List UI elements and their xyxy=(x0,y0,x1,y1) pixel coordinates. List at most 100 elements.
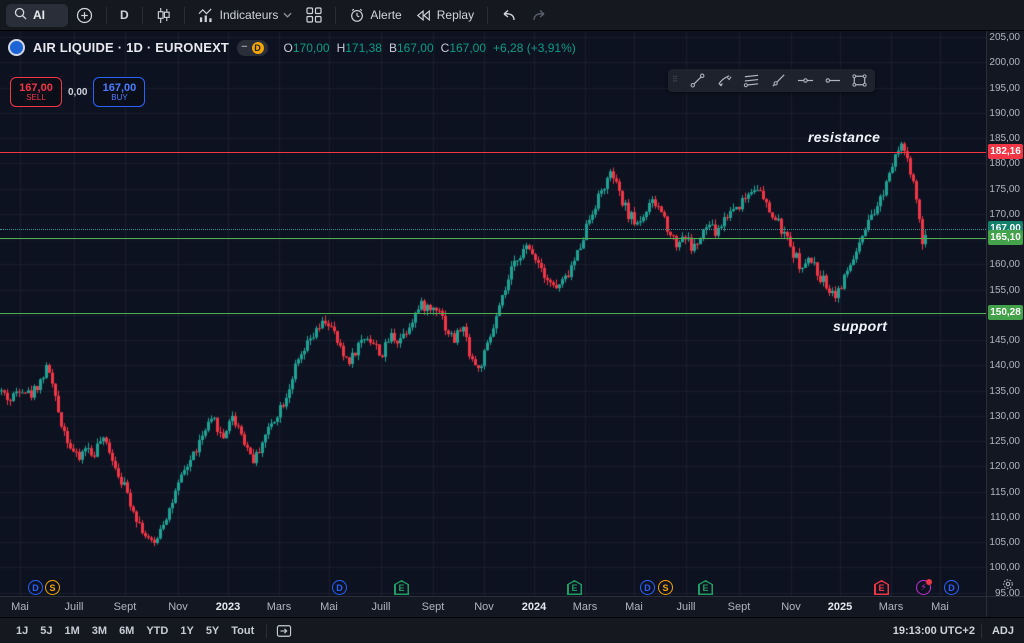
interval-button[interactable]: D xyxy=(114,3,135,28)
rectangle-tool[interactable] xyxy=(847,71,871,90)
price-tick[interactable]: 170,00 xyxy=(989,209,1020,220)
price-tick[interactable]: 155,00 xyxy=(989,285,1020,296)
top-toolbar: AI D Indicateurs xyxy=(0,0,1024,31)
price-tick[interactable]: 125,00 xyxy=(989,436,1020,447)
price-tick[interactable]: 195,00 xyxy=(989,83,1020,94)
symbol-search[interactable]: AI xyxy=(6,4,68,27)
time-label[interactable]: Sept xyxy=(422,601,445,613)
time-label[interactable]: Mai xyxy=(931,601,949,613)
price-tick[interactable]: 105,00 xyxy=(989,537,1020,548)
indicators-icon xyxy=(198,8,215,23)
price-tick[interactable]: 140,00 xyxy=(989,360,1020,371)
time-label[interactable]: Mars xyxy=(267,601,291,613)
time-label[interactable]: Mai xyxy=(11,601,29,613)
time-label[interactable]: Juill xyxy=(65,601,84,613)
chart-area[interactable]: resistance support AIR LIQUIDE · 1D · EU… xyxy=(0,31,986,596)
event-marker-icon[interactable]: D xyxy=(332,580,347,595)
indicator-templates-button[interactable] xyxy=(300,3,328,28)
price-tick[interactable]: 100,00 xyxy=(989,562,1020,573)
support-label[interactable]: support xyxy=(833,318,887,334)
time-label[interactable]: Nov xyxy=(474,601,494,613)
price-tick[interactable]: 130,00 xyxy=(989,411,1020,422)
bottom-toolbar: 1J5J1M3M6MYTD1Y5YTout 19:13:00 UTC+2 ADJ xyxy=(0,617,1024,643)
range-button-tout[interactable]: Tout xyxy=(225,623,260,639)
trend-line-tool[interactable] xyxy=(685,71,709,90)
time-label[interactable]: Juill xyxy=(677,601,696,613)
range-button-5y[interactable]: 5Y xyxy=(200,623,225,639)
event-marker-icon[interactable]: S xyxy=(658,580,673,595)
support-low-line[interactable] xyxy=(0,313,986,314)
clock[interactable]: 19:13:00 UTC+2 xyxy=(893,625,975,637)
add-symbol-button[interactable] xyxy=(70,3,99,28)
time-label[interactable]: Juill xyxy=(372,601,391,613)
time-label[interactable]: Mai xyxy=(320,601,338,613)
indicators-button[interactable]: Indicateurs xyxy=(192,3,299,28)
price-tick[interactable]: 110,00 xyxy=(990,512,1020,523)
drag-handle-icon[interactable]: ⠿ xyxy=(672,78,682,83)
horizontal-line-tool[interactable] xyxy=(793,71,817,90)
price-tick[interactable]: 160,00 xyxy=(989,259,1020,270)
time-label[interactable]: 2024 xyxy=(522,601,546,613)
brush-tool[interactable] xyxy=(712,71,736,90)
support-mid-price-badge[interactable]: 165,10 xyxy=(988,230,1023,245)
price-tick[interactable]: 180,00 xyxy=(989,158,1020,169)
price-tick[interactable]: 190,00 xyxy=(989,108,1020,119)
sell-button[interactable]: 167,00 SELL xyxy=(10,77,62,107)
time-label[interactable]: Nov xyxy=(781,601,801,613)
horizontal-ray-tool[interactable] xyxy=(820,71,844,90)
symbol-title[interactable]: AIR LIQUIDE · 1D · EURONEXT xyxy=(33,40,229,55)
price-tick[interactable]: 185,00 xyxy=(989,133,1020,144)
time-label[interactable]: Mars xyxy=(879,601,903,613)
trade-panel: 167,00 SELL 0,00 167,00 BUY xyxy=(10,77,145,107)
resistance-label[interactable]: resistance xyxy=(808,129,880,145)
price-tick[interactable]: 120,00 xyxy=(989,461,1020,472)
event-marker-icon[interactable]: D xyxy=(944,580,959,595)
time-label[interactable]: Nov xyxy=(168,601,188,613)
range-button-3m[interactable]: 3M xyxy=(86,623,113,639)
time-label[interactable]: 2023 xyxy=(216,601,240,613)
price-tick[interactable]: 135,00 xyxy=(989,386,1020,397)
price-tick[interactable]: 200,00 xyxy=(989,57,1020,68)
support-mid-line[interactable] xyxy=(0,238,986,239)
time-label[interactable]: Sept xyxy=(728,601,751,613)
buy-button[interactable]: 167,00 BUY xyxy=(93,77,145,107)
range-button-ytd[interactable]: YTD xyxy=(140,623,174,639)
alert-button[interactable]: Alerte xyxy=(343,3,407,28)
time-label[interactable]: Mars xyxy=(573,601,597,613)
drawing-toolbar: ⠿ xyxy=(668,69,875,92)
candlestick-icon xyxy=(156,7,171,24)
redo-button[interactable] xyxy=(525,3,553,28)
undo-button[interactable] xyxy=(495,3,523,28)
go-to-date-button[interactable] xyxy=(273,621,295,640)
range-button-5j[interactable]: 5J xyxy=(34,623,58,639)
parallel-channel-tool[interactable] xyxy=(739,71,763,90)
range-button-1y[interactable]: 1Y xyxy=(174,623,199,639)
price-axis[interactable]: 205,00 200,00 195,00 190,00 185,00 180,00 175,… xyxy=(986,31,1024,596)
event-marker-icon[interactable]: D xyxy=(640,580,655,595)
price-tick[interactable]: 115,00 xyxy=(990,487,1020,498)
time-label[interactable]: Sept xyxy=(114,601,137,613)
price-tick[interactable]: 145,00 xyxy=(989,335,1020,346)
replay-button[interactable]: Replay xyxy=(410,3,480,28)
support-low-price-badge[interactable]: 150,28 xyxy=(988,305,1023,320)
time-axis[interactable]: Mai Juill Sept Nov 2023 Mars Mai Juill Sept Nov 20… xyxy=(0,596,986,617)
time-label[interactable]: 2025 xyxy=(828,601,852,613)
event-marker-icon[interactable]: S xyxy=(45,580,60,595)
resistance-price-badge[interactable]: 182,16 xyxy=(988,144,1023,159)
event-marker-icon[interactable]: ⚡ xyxy=(916,580,931,595)
spread-value: 0,00 xyxy=(68,87,87,98)
price-tick[interactable]: 175,00 xyxy=(989,184,1020,195)
ray-tool[interactable] xyxy=(766,71,790,90)
interval-pill[interactable]: − D xyxy=(237,40,267,56)
range-button-1m[interactable]: 1M xyxy=(59,623,86,639)
range-button-1j[interactable]: 1J xyxy=(10,623,34,639)
resistance-line[interactable] xyxy=(0,152,986,153)
price-tick[interactable]: 205,00 xyxy=(989,32,1020,43)
event-marker-icon[interactable]: D xyxy=(28,580,43,595)
adj-toggle[interactable]: ADJ xyxy=(992,625,1014,637)
range-button-6m[interactable]: 6M xyxy=(113,623,140,639)
chart-type-button[interactable] xyxy=(150,3,177,28)
time-label[interactable]: Mai xyxy=(625,601,643,613)
redo-icon xyxy=(531,9,547,22)
chevron-down-icon xyxy=(283,12,292,18)
